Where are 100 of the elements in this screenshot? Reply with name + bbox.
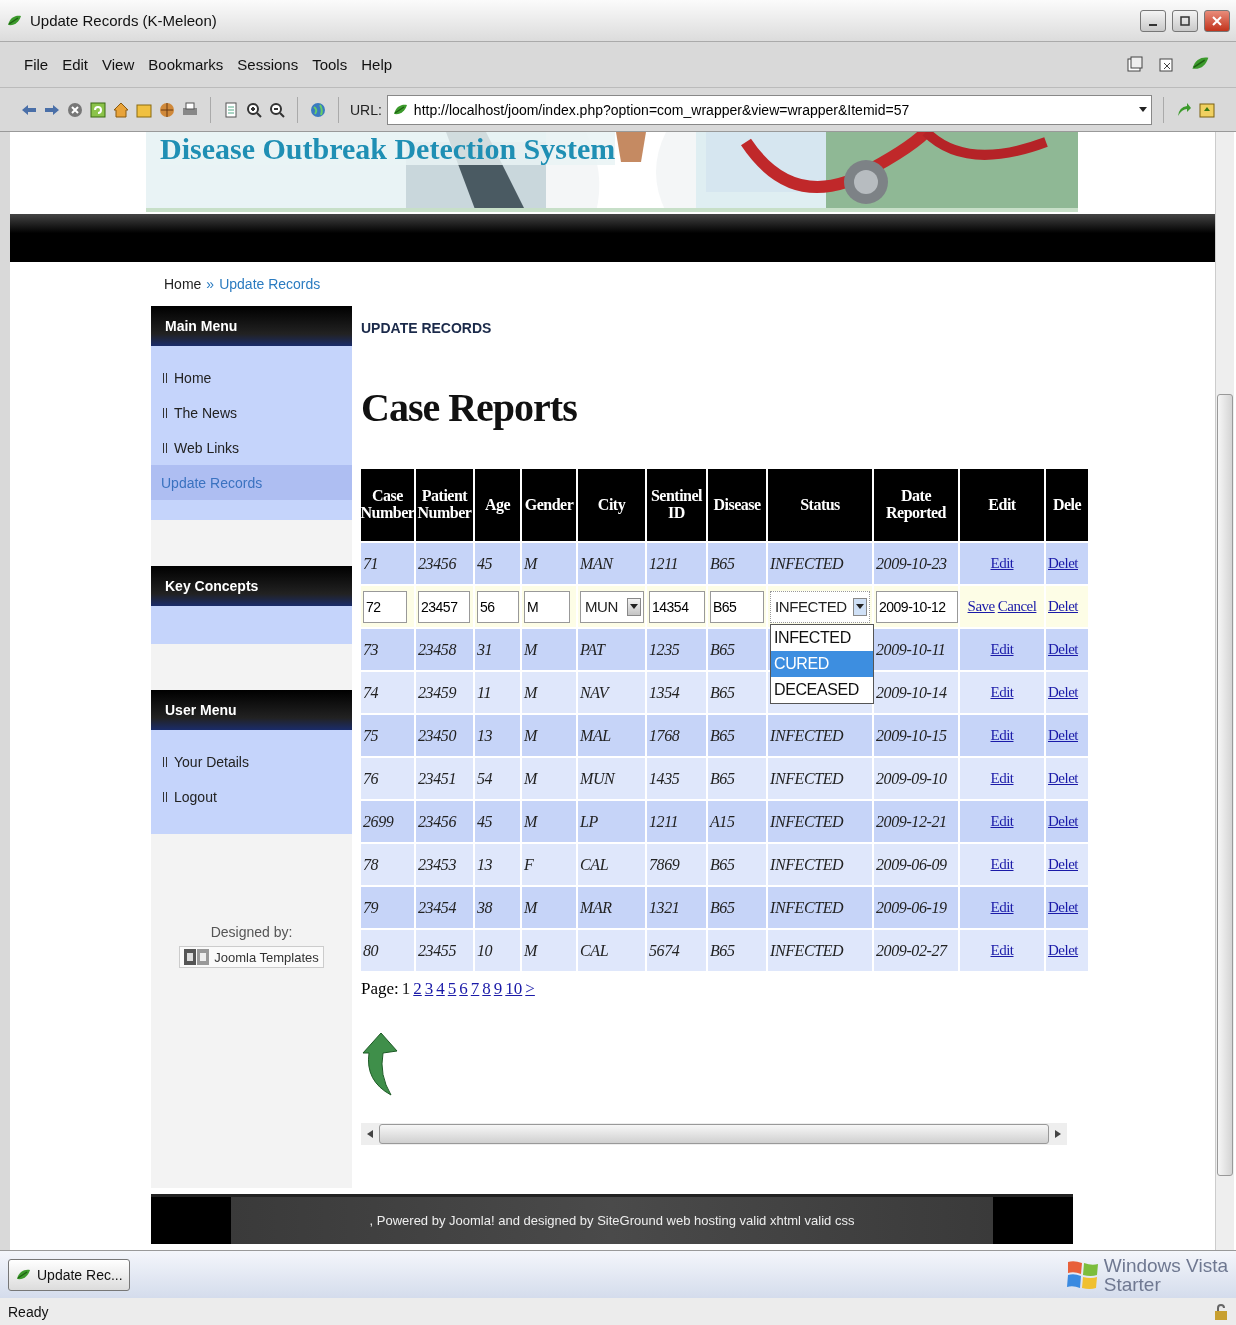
text-field[interactable]: 56: [477, 590, 519, 623]
edit-link[interactable]: Edit: [990, 641, 1014, 658]
text-field[interactable]: 72: [363, 590, 407, 623]
edit-link[interactable]: Edit: [990, 813, 1014, 830]
sidebar-item[interactable]: Home: [151, 360, 352, 395]
text-field[interactable]: B65: [710, 590, 764, 623]
column-header: Patient Number: [416, 469, 473, 541]
scroll-right-icon[interactable]: [1055, 1130, 1061, 1138]
dropdown-option[interactable]: DECEASED: [771, 677, 873, 703]
page-link[interactable]: 2: [413, 979, 422, 999]
table-cell: INFECTED: [768, 801, 872, 842]
page-link[interactable]: 9: [493, 979, 503, 999]
edit-link[interactable]: Edit: [990, 942, 1014, 959]
menu-item[interactable]: Tools: [312, 56, 348, 73]
stop-icon[interactable]: [66, 100, 84, 119]
edit-link[interactable]: Edit: [990, 856, 1014, 873]
edit-link[interactable]: Edit: [990, 555, 1014, 572]
sidebar-item[interactable]: Web Links: [151, 430, 352, 465]
page-link[interactable]: 7: [470, 979, 480, 999]
sidebar-item[interactable]: The News: [151, 395, 352, 430]
url-input[interactable]: http://localhost/joom/index.php?option=com_wrapper&view=wrapper&Itemid=57: [413, 101, 1136, 118]
next-page-link[interactable]: >: [525, 979, 535, 999]
city-dropdown[interactable]: MUN: [580, 590, 644, 623]
menu-item[interactable]: Edit: [62, 56, 89, 73]
page-link[interactable]: 4: [436, 979, 445, 999]
globe-icon[interactable]: [158, 100, 176, 119]
edit-link[interactable]: Edit: [990, 684, 1014, 701]
save-link[interactable]: Save: [967, 598, 995, 615]
delete-link[interactable]: Delet: [1048, 770, 1078, 787]
zoom-in-icon[interactable]: [245, 100, 263, 119]
scroll-left-icon[interactable]: [367, 1130, 373, 1138]
table-cell: 75: [361, 715, 414, 756]
menu-item[interactable]: File: [24, 56, 49, 73]
text-field[interactable]: M: [524, 590, 570, 623]
page-icon[interactable]: [222, 100, 240, 119]
table-cell: B65: [708, 758, 766, 799]
page-link[interactable]: 10: [505, 979, 523, 999]
delete-link[interactable]: Delet: [1048, 641, 1078, 658]
taskbar-button[interactable]: Update Rec...: [8, 1258, 130, 1291]
page-link[interactable]: 8: [482, 979, 491, 999]
delete-link[interactable]: Delet: [1048, 899, 1078, 916]
designed-by-label: Designed by:: [210, 924, 293, 940]
column-header: Dele: [1046, 469, 1088, 541]
template-badge[interactable]: Joomla Templates: [179, 946, 324, 968]
tab-icon[interactable]: [1126, 55, 1144, 74]
vertical-scrollbar[interactable]: [1215, 132, 1234, 1250]
page-link[interactable]: 1: [401, 979, 411, 999]
delete-link[interactable]: Delet: [1048, 598, 1078, 615]
column-header: Date Reported: [874, 469, 958, 541]
zoom-out-icon[interactable]: [268, 100, 286, 119]
maximize-button[interactable]: [1172, 9, 1198, 32]
minimize-icon: [1149, 23, 1157, 26]
text-field[interactable]: 2009-10-12: [876, 590, 958, 623]
breadcrumb-link[interactable]: Update Records: [219, 276, 321, 292]
delete-link[interactable]: Delet: [1048, 684, 1078, 701]
status-text: Ready: [8, 1303, 49, 1320]
text-field[interactable]: 23457: [418, 590, 470, 623]
menu-item[interactable]: Help: [361, 56, 393, 73]
curved-arrow-icon[interactable]: [361, 1031, 401, 1097]
menu-item[interactable]: View: [102, 56, 135, 73]
close-button[interactable]: [1204, 9, 1230, 32]
status-dropdown[interactable]: INFECTED: [770, 590, 870, 623]
table-cell: MAN: [578, 543, 645, 584]
delete-link[interactable]: Delet: [1048, 727, 1078, 744]
table-cell: INFECTED: [768, 930, 872, 971]
dropdown-option[interactable]: INFECTED: [771, 625, 873, 651]
sidebar-item[interactable]: Your Details: [151, 744, 352, 779]
edit-link[interactable]: Edit: [990, 899, 1014, 916]
breadcrumb-link[interactable]: Home: [164, 276, 202, 292]
globe-icon[interactable]: [308, 100, 327, 119]
up-folder-icon[interactable]: [1198, 100, 1216, 119]
page-link[interactable]: 3: [424, 979, 434, 999]
delete-link[interactable]: Delet: [1048, 856, 1078, 873]
delete-link[interactable]: Delet: [1048, 813, 1078, 830]
address-field[interactable]: http://localhost/joom/index.php?option=com_wrapper&view=wrapper&Itemid=57: [386, 94, 1153, 125]
delete-link[interactable]: Delet: [1048, 942, 1078, 959]
table-cell: M: [522, 672, 576, 713]
table-cell: M: [522, 930, 576, 971]
menu-item[interactable]: Bookmarks: [148, 56, 224, 73]
delete-link[interactable]: Delet: [1048, 555, 1078, 572]
home-icon[interactable]: [112, 100, 130, 119]
table-cell: 11: [475, 672, 520, 713]
table-cell: M: [522, 887, 576, 928]
page-link[interactable]: 6: [459, 979, 468, 999]
page-link[interactable]: 5: [447, 979, 457, 999]
text-field[interactable]: 14354: [649, 590, 705, 623]
table-cell: 80: [361, 930, 414, 971]
edit-link[interactable]: Edit: [990, 727, 1014, 744]
cancel-link[interactable]: Cancel: [997, 598, 1037, 615]
edit-link[interactable]: Edit: [990, 770, 1014, 787]
menu-item[interactable]: Sessions: [237, 56, 299, 73]
window-title: Update Records (K-Meleon): [30, 12, 218, 29]
minimize-button[interactable]: [1140, 9, 1166, 32]
table-cell: 2009-06-19: [874, 887, 958, 928]
footer-text: , Powered by Joomla! and designed by SiteGround web hosting valid xhtml valid css: [369, 1213, 855, 1228]
reload-icon[interactable]: [89, 100, 107, 119]
horizontal-scrollbar[interactable]: [361, 1123, 1067, 1145]
close-tab-icon[interactable]: [1158, 55, 1176, 74]
sidebar-item[interactable]: Logout: [151, 779, 352, 814]
caret-icon: [630, 604, 638, 609]
